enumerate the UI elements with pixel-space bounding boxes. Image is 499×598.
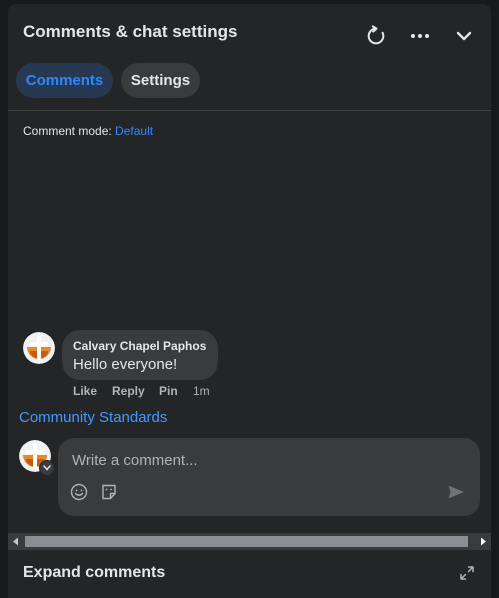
- more-options-button[interactable]: [402, 18, 438, 54]
- comment-bubble: Calvary Chapel Paphos Hello everyone!: [62, 330, 218, 380]
- comment-author[interactable]: Calvary Chapel Paphos: [73, 339, 206, 353]
- scroll-left-icon[interactable]: [12, 537, 19, 546]
- divider: [8, 110, 491, 111]
- community-standards-link[interactable]: Community Standards: [19, 409, 167, 426]
- pin-link[interactable]: Pin: [159, 384, 178, 398]
- sticker-icon[interactable]: [100, 483, 118, 501]
- identity-switcher-button[interactable]: [39, 460, 55, 476]
- refresh-icon: [367, 25, 385, 45]
- like-link[interactable]: Like: [73, 384, 97, 398]
- comment-input[interactable]: [70, 448, 464, 472]
- chevron-down-icon: [456, 31, 472, 41]
- refresh-button[interactable]: [358, 18, 394, 54]
- more-icon: [411, 34, 429, 38]
- comment-time[interactable]: 1m: [193, 384, 210, 398]
- comments-panel: Comments & chat settings Comments Settin…: [8, 4, 491, 598]
- panel-title: Comments & chat settings: [23, 22, 238, 41]
- scroll-right-icon[interactable]: [480, 537, 487, 546]
- reply-link[interactable]: Reply: [112, 384, 145, 398]
- expand-comments-button[interactable]: Expand comments: [23, 564, 165, 582]
- collapse-button[interactable]: [446, 18, 482, 54]
- horizontal-scrollbar[interactable]: [8, 533, 491, 550]
- avatar[interactable]: [23, 332, 55, 364]
- calvary-chapel-logo-icon: [23, 332, 55, 364]
- emoji-icon[interactable]: [70, 483, 88, 501]
- tab-settings[interactable]: Settings: [121, 63, 200, 98]
- comment-text: Hello everyone!: [73, 356, 178, 373]
- comment-composer: [58, 438, 480, 516]
- chevron-down-icon: [43, 465, 51, 471]
- scrollbar-thumb[interactable]: [25, 536, 468, 547]
- expand-icon[interactable]: [460, 566, 474, 580]
- comment-mode: Comment mode: Default: [23, 124, 153, 138]
- tab-comments[interactable]: Comments: [16, 63, 113, 98]
- send-icon[interactable]: [447, 484, 465, 500]
- comment-mode-label: Comment mode:: [23, 124, 112, 138]
- comment-mode-link[interactable]: Default: [115, 124, 153, 138]
